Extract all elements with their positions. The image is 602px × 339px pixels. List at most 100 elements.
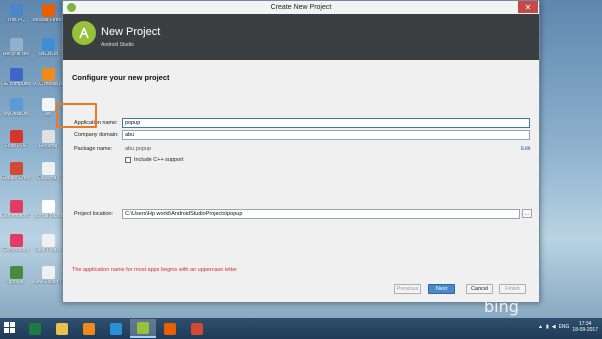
- project-location-label: Project location:: [74, 211, 114, 217]
- desktop-icon[interactable]: google: [2, 266, 30, 285]
- desktop-icon[interactable]: MyDeskUtil: [2, 98, 30, 117]
- window-title: Create New Project: [270, 4, 332, 11]
- taskbar-android-studio-button[interactable]: [130, 319, 156, 338]
- desktop-app-icon: [9, 38, 23, 51]
- taskbar-excel-button[interactable]: [22, 319, 48, 338]
- desktop-app-icon: [41, 4, 55, 17]
- desktop-icon[interactable]: New Folder: [34, 234, 62, 253]
- edit-package-link[interactable]: Edit: [521, 146, 530, 152]
- desktop-icon-label: Mozilla Firefox: [33, 18, 63, 23]
- desktop-icon-label: Foxit PDF: [4, 144, 28, 149]
- desktop-icon-label: Google Chrome: [1, 176, 31, 181]
- desktop-icon[interactable]: Resume: [34, 130, 62, 149]
- desktop-icon-label: New Folder (2): [33, 280, 63, 285]
- tray-arrow-icon[interactable]: ▲: [538, 324, 543, 330]
- desktop-icon[interactable]: DE computer: [1, 68, 31, 87]
- desktop-icon[interactable]: Classmay: [34, 162, 62, 181]
- desktop-icon[interactable]: New Folder (2): [33, 266, 63, 285]
- desktop-icon[interactable]: This PC: [2, 4, 30, 23]
- taskbar-firefox-button[interactable]: [157, 319, 183, 338]
- desktop-icon-label: DE computer: [1, 82, 31, 87]
- desktop-icon-label: MyDeskUtil: [3, 112, 29, 117]
- vlc-icon: [83, 322, 95, 335]
- cpp-support-checkbox[interactable]: [125, 157, 131, 163]
- desktop-icon[interactable]: Recycle Bin: [2, 38, 30, 57]
- desktop-app-icon: [41, 234, 55, 247]
- close-button[interactable]: ✕: [518, 1, 538, 13]
- volume-icon[interactable]: ◀: [552, 324, 556, 330]
- desktop-icon-label: Genymotion Shell: [1, 214, 31, 219]
- desktop-icon-label: New Folder: [35, 248, 61, 253]
- desktop-icon-label: journal paper: [33, 214, 63, 219]
- desktop-app-icon: [9, 200, 23, 213]
- desktop-app-icon: [41, 38, 55, 51]
- desktop-icon[interactable]: Genymotion: [2, 234, 30, 253]
- package-name-value: abu.popup: [125, 146, 151, 152]
- desktop-app-icon: [41, 266, 55, 279]
- taskbar-file-explorer-button[interactable]: [49, 319, 75, 338]
- desktop-icon[interactable]: Foxit PDF: [2, 130, 30, 149]
- form-area: Configure your new project Application n…: [63, 60, 539, 302]
- validation-warning: The application name for most apps begin…: [72, 267, 238, 273]
- desktop-app-icon: [9, 98, 23, 111]
- company-domain-input[interactable]: abu: [122, 130, 530, 140]
- android-studio-icon: [137, 321, 149, 334]
- desktop-app-icon: [9, 234, 23, 247]
- desktop-app-icon: [9, 162, 23, 175]
- system-tray: ▲ ▮ ◀ ENG 17:34 18-09-2017: [538, 321, 598, 333]
- header-banner: New Project Android Studio: [63, 14, 539, 60]
- language-indicator[interactable]: ENG: [559, 324, 570, 330]
- desktop-app-icon: [41, 200, 55, 213]
- windows-start-icon[interactable]: [4, 322, 16, 334]
- bing-watermark: bing: [484, 297, 519, 316]
- desktop-icon[interactable]: Genymotion Shell: [1, 200, 31, 219]
- clock-date: 18-09-2017: [572, 327, 598, 333]
- project-location-input[interactable]: C:\Users\Hp world\AndroidStudioProjects\…: [122, 209, 520, 219]
- desktop-icon[interactable]: Mozilla Firefox: [33, 4, 63, 23]
- create-project-dialog: Create New Project ✕ New Project Android…: [62, 0, 540, 303]
- banner-subtitle: Android Studio: [101, 42, 134, 48]
- finish-button[interactable]: Finish: [499, 284, 526, 294]
- browse-button[interactable]: ...: [522, 209, 532, 218]
- banner-title: New Project: [101, 26, 161, 38]
- taskbar: ▲ ▮ ◀ ENG 17:34 18-09-2017: [0, 318, 602, 339]
- desktop-icon[interactable]: VLC media player: [33, 68, 63, 87]
- android-studio-icon: [67, 3, 76, 12]
- desktop-icon[interactable]: Google Chrome: [1, 162, 31, 181]
- internet-explorer-icon: [110, 322, 122, 335]
- desktop-app-icon: [9, 130, 23, 143]
- package-name-label: Package name:: [74, 146, 113, 152]
- network-icon[interactable]: ▮: [546, 324, 549, 330]
- file-explorer-icon: [56, 322, 68, 335]
- desktop-icon-label: Classmay: [37, 176, 59, 181]
- desktop-icon-label: This PC: [7, 18, 25, 23]
- desktop-app-icon: [9, 266, 23, 279]
- desktop-icon-label: google: [8, 280, 24, 285]
- desktop-icon[interactable]: journal paper: [33, 200, 63, 219]
- taskbar-vlc-button[interactable]: [76, 319, 102, 338]
- desktop-app-icon: [41, 130, 55, 143]
- cancel-button[interactable]: Cancel: [466, 284, 493, 294]
- desktop-icon-label: SNCBOB: [37, 52, 59, 57]
- desktop-icon[interactable]: SNCBOB: [34, 38, 62, 57]
- desktop-icon-label: Genymotion: [2, 248, 30, 253]
- chrome-icon: [191, 322, 203, 335]
- title-bar: Create New Project ✕: [63, 1, 539, 14]
- desktop-app-icon: [41, 162, 55, 175]
- annotation-highlight: [56, 103, 97, 128]
- app-name-input[interactable]: popup: [122, 118, 530, 128]
- taskbar-internet-explorer-button[interactable]: [103, 319, 129, 338]
- company-domain-label: Company domain:: [74, 132, 119, 138]
- desktop-icon-label: Recycle Bin: [2, 52, 30, 57]
- previous-button[interactable]: Previous: [394, 284, 421, 294]
- page-heading: Configure your new project: [72, 73, 170, 82]
- cpp-support-label: Include C++ support: [134, 157, 184, 163]
- next-button[interactable]: Next: [428, 284, 455, 294]
- taskbar-chrome-button[interactable]: [184, 319, 210, 338]
- desktop-app-icon: [9, 4, 23, 17]
- desktop-app-icon: [41, 98, 55, 111]
- desktop-icon-label: Resume: [38, 144, 58, 149]
- desktop-app-icon: [41, 68, 55, 81]
- desktop-app-icon: [9, 68, 23, 81]
- clock[interactable]: 17:34 18-09-2017: [572, 321, 598, 333]
